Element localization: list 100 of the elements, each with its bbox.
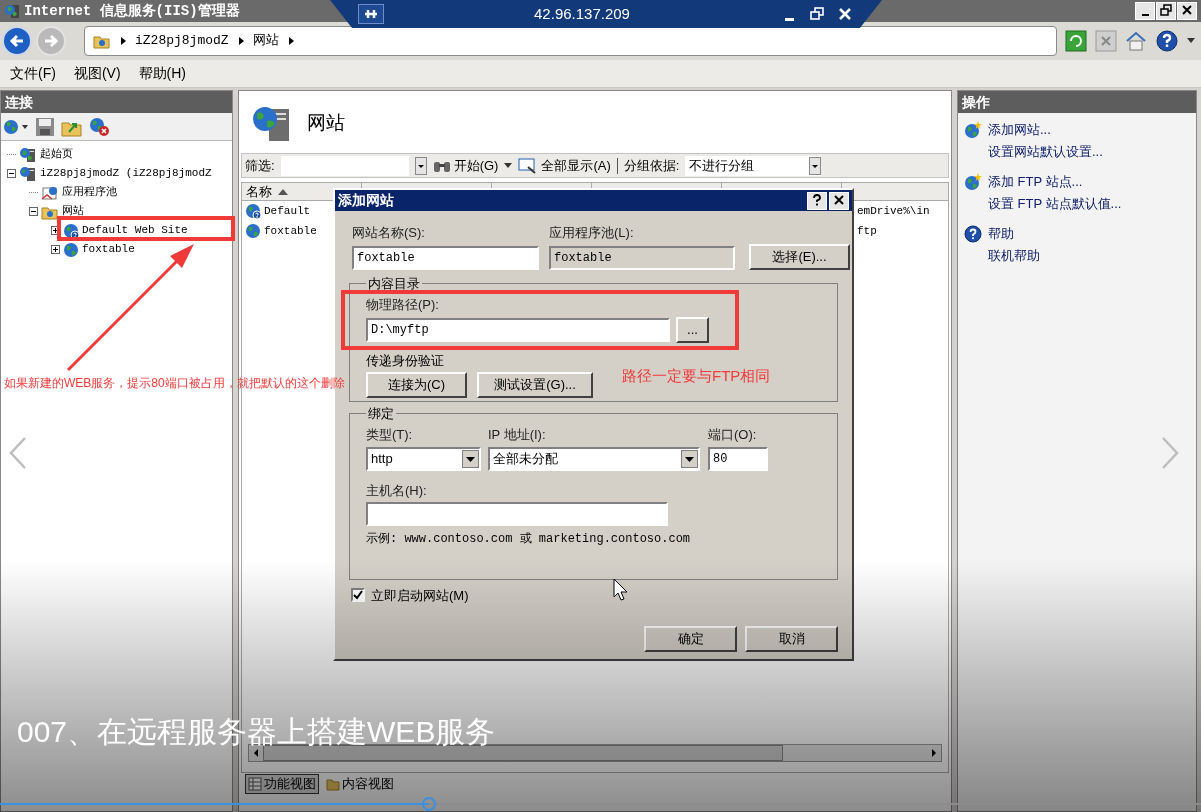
input-field[interactable] [366,502,668,526]
help-icon [811,193,823,206]
close-button[interactable] [1177,2,1197,20]
restore-icon [810,7,824,21]
minimize-icon [784,17,794,21]
action-link[interactable]: 添加 FTP 站点... [988,172,1083,192]
address-field[interactable]: iZ28pj8jmodZ 网站 [84,26,1057,56]
tree-item[interactable]: 应用程序池 [62,184,117,201]
checkbox[interactable] [351,588,365,603]
input-field[interactable]: foxtable [352,245,539,270]
help-icon[interactable] [1155,29,1179,53]
tree-item[interactable]: 起始页 [40,146,73,163]
folder-icon [326,777,340,791]
panel-header: 操作 [958,91,1196,113]
panel-header: 连接 [1,91,232,113]
tree-item[interactable]: Default Web Site [82,222,188,239]
grid-icon [248,777,262,791]
action-link[interactable]: 添加网站... [988,120,1051,140]
start-button[interactable]: 开始(G) [432,155,499,176]
field-label: 网站名称(S): [352,224,426,242]
menu-item[interactable]: 文件(F) [10,63,56,84]
dialog-button[interactable]: 确定 [644,626,737,652]
dialog-button[interactable]: 测试设置(G)... [477,372,593,398]
globe-question-icon [245,203,261,219]
restore-button[interactable] [808,5,826,23]
restore-icon [1160,4,1172,16]
globe-add-icon [964,173,982,191]
folder-globe-icon [93,33,111,49]
globe-icon [245,223,261,239]
dropdown-icon [462,449,479,468]
view-tab[interactable]: 功能视图 [245,774,319,794]
minimize-button[interactable] [1135,2,1155,20]
field-label: 主机名(H): [366,481,428,500]
app-icon [4,3,20,19]
action-link[interactable]: 联机帮助 [988,246,1040,266]
help-icon [964,225,982,243]
home-icon[interactable] [1125,30,1147,52]
table-cell-text: foxtable [264,223,317,239]
globe-question-icon [63,222,79,239]
checkbox-label: 立即启动网站(M) [371,586,469,605]
table-cell-text: emDrive%\in [857,203,931,219]
globe-icon [63,241,79,258]
dropdown-field[interactable]: 全部未分配 [488,446,700,471]
dropdown-icon[interactable] [414,156,427,175]
expand-icon[interactable] [51,245,60,254]
save-icon[interactable] [35,116,55,137]
breadcrumb-item[interactable]: 网站 [252,31,279,51]
page-title: 网站 [307,110,345,135]
globe-connect-icon[interactable] [3,117,29,136]
input-field[interactable]: foxtable [549,245,735,270]
collapse-icon[interactable] [7,169,16,178]
progress-thumb[interactable] [421,797,436,811]
back-arrow-icon [9,33,25,49]
tree-item[interactable]: foxtable [82,241,135,258]
dialog-button[interactable]: 选择(E)... [749,243,850,270]
input-field[interactable]: 80 [708,446,768,471]
pin-button[interactable] [358,4,384,24]
expand-icon[interactable] [51,226,60,235]
caret-icon[interactable] [1187,38,1195,44]
dropdown-icon [809,156,822,175]
menu-item[interactable]: 帮助(H) [138,63,186,84]
horizontal-scrollbar[interactable] [248,744,942,762]
breadcrumb-item[interactable]: iZ28pj8jmodZ [135,31,229,51]
tree-item[interactable]: 网站 [62,203,84,220]
show-all-button[interactable]: 全部显示(A) [518,155,611,176]
filter-field[interactable] [280,155,409,176]
dialog-button[interactable]: 取消 [745,626,838,652]
group-by-select[interactable]: 不进行分组 [685,155,822,176]
close-icon [1181,4,1193,16]
menu-item[interactable]: 视图(V) [73,63,121,84]
field-label: 传递身份验证 [366,351,444,370]
close-button[interactable] [829,191,849,210]
table-cell-text: Default [264,203,311,219]
view-tab[interactable]: 内容视图 [323,774,397,794]
chevron-icon [286,36,295,46]
dialog-button[interactable]: 连接为(C) [366,372,467,398]
dialog-button[interactable]: ... [676,316,709,343]
example-text: 示例: www.contoso.com 或 marketing.contoso.com [366,531,692,548]
remote-address: 42.96.137.209 [533,3,631,24]
collapse-icon[interactable] [29,207,38,216]
tree-item[interactable]: iZ28pj8jmodZ (iZ28pj8jmodZ [40,165,212,182]
table-cell-text: ftp [857,223,878,239]
chevron-icon [236,36,245,46]
server-globe-icon [19,165,37,182]
help-button[interactable] [807,191,827,210]
action-link[interactable]: 帮助 [988,224,1014,244]
action-link[interactable]: 设置 FTP 站点默认值... [988,194,1122,214]
input-field[interactable]: D:\myftp [366,317,670,342]
caret-icon[interactable] [504,162,513,169]
globe-remove-icon[interactable] [89,116,111,137]
restore-button[interactable] [1156,2,1176,20]
action-link[interactable]: 设置网站默认设置... [988,142,1103,162]
refresh-icon[interactable] [1065,30,1087,52]
field-label: IP 地址(I): [488,426,547,444]
back-button[interactable] [2,26,32,56]
chevron-icon [119,36,127,46]
dropdown-field[interactable]: http [366,446,481,471]
field-label: 类型(T): [366,426,414,444]
dropdown-icon [681,449,698,468]
filter-label: 筛选: [245,156,275,175]
